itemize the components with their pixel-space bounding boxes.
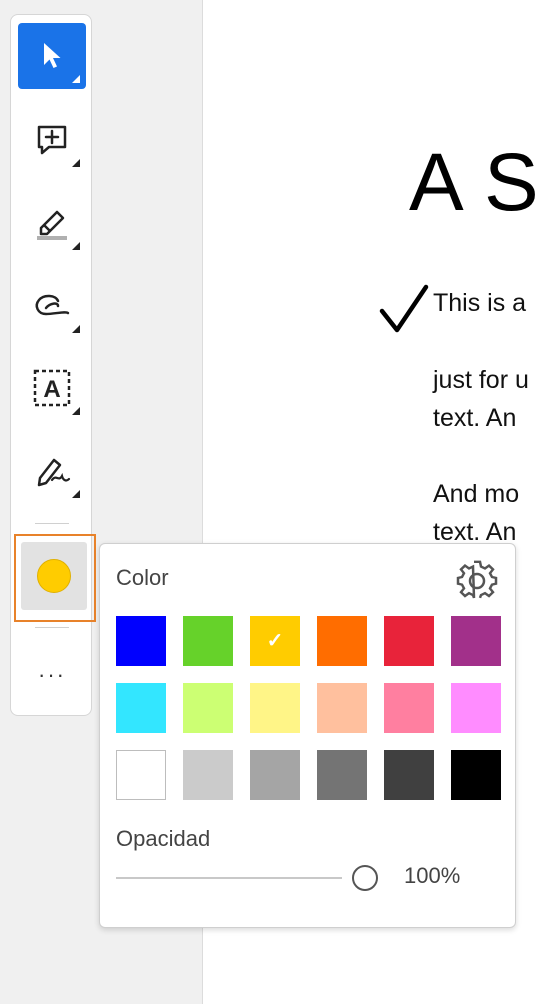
dropdown-indicator-icon — [72, 75, 80, 83]
selected-check-icon: ✓ — [266, 630, 284, 652]
dropdown-indicator-icon — [72, 407, 80, 415]
freehand-draw-icon — [35, 294, 70, 316]
highlight-tool-button[interactable] — [18, 190, 86, 256]
color-swatch[interactable] — [451, 683, 501, 733]
color-swatch[interactable] — [451, 750, 501, 800]
current-color-indicator — [37, 559, 71, 593]
color-swatch[interactable] — [317, 750, 367, 800]
color-swatch[interactable]: ✓ — [250, 616, 300, 666]
color-swatch[interactable] — [317, 683, 367, 733]
document-text-line: text. An — [433, 404, 517, 432]
toolbar-divider — [35, 627, 69, 628]
color-tool-background — [21, 542, 87, 610]
color-swatch[interactable] — [116, 616, 166, 666]
comment-plus-icon — [37, 125, 67, 155]
color-swatch[interactable] — [317, 616, 367, 666]
checkmark-icon — [379, 284, 429, 333]
color-swatch[interactable] — [250, 750, 300, 800]
color-tool-button[interactable] — [14, 534, 96, 622]
document-text-line: just for u — [433, 366, 529, 394]
dropdown-indicator-icon — [72, 159, 80, 167]
color-swatch[interactable] — [384, 616, 434, 666]
color-swatch[interactable] — [183, 616, 233, 666]
opacity-value: 100% — [404, 863, 461, 888]
color-label: Color — [116, 565, 169, 590]
opacity-slider-thumb[interactable] — [352, 865, 378, 891]
color-swatch[interactable] — [451, 616, 501, 666]
annotation-toolbar: A ··· — [10, 14, 96, 716]
document-text-line: This is a — [433, 289, 527, 317]
opacity-slider-track[interactable] — [116, 877, 342, 879]
color-swatch[interactable] — [116, 683, 166, 733]
toolbar-divider — [35, 523, 69, 524]
highlighter-icon — [37, 210, 67, 240]
dropdown-indicator-icon — [72, 325, 80, 333]
more-tools-button[interactable]: ··· — [18, 655, 86, 695]
draw-tool-button[interactable] — [18, 273, 86, 339]
dropdown-indicator-icon — [72, 242, 80, 250]
signature-tool-button[interactable] — [18, 438, 86, 504]
color-picker-popup: Color ✓ Opacidad 100% — [99, 543, 516, 928]
cursor-arrow-icon — [44, 43, 61, 68]
color-swatch[interactable] — [183, 750, 233, 800]
color-swatch[interactable] — [183, 683, 233, 733]
signature-pen-icon — [37, 458, 71, 487]
gear-icon[interactable] — [456, 560, 498, 602]
text-box-icon: A — [33, 369, 71, 407]
select-tool-button[interactable] — [18, 23, 86, 89]
text-box-tool-button[interactable]: A — [18, 355, 86, 421]
document-text-line: And mo — [433, 480, 520, 508]
add-comment-tool-button[interactable] — [18, 107, 86, 173]
color-swatch[interactable] — [384, 683, 434, 733]
color-swatch[interactable] — [116, 750, 166, 800]
opacity-label: Opacidad — [116, 826, 211, 851]
color-swatch[interactable] — [384, 750, 434, 800]
document-title: A S — [409, 137, 538, 228]
dropdown-indicator-icon — [72, 490, 80, 498]
color-swatch[interactable] — [250, 683, 300, 733]
svg-text:A: A — [43, 376, 60, 403]
